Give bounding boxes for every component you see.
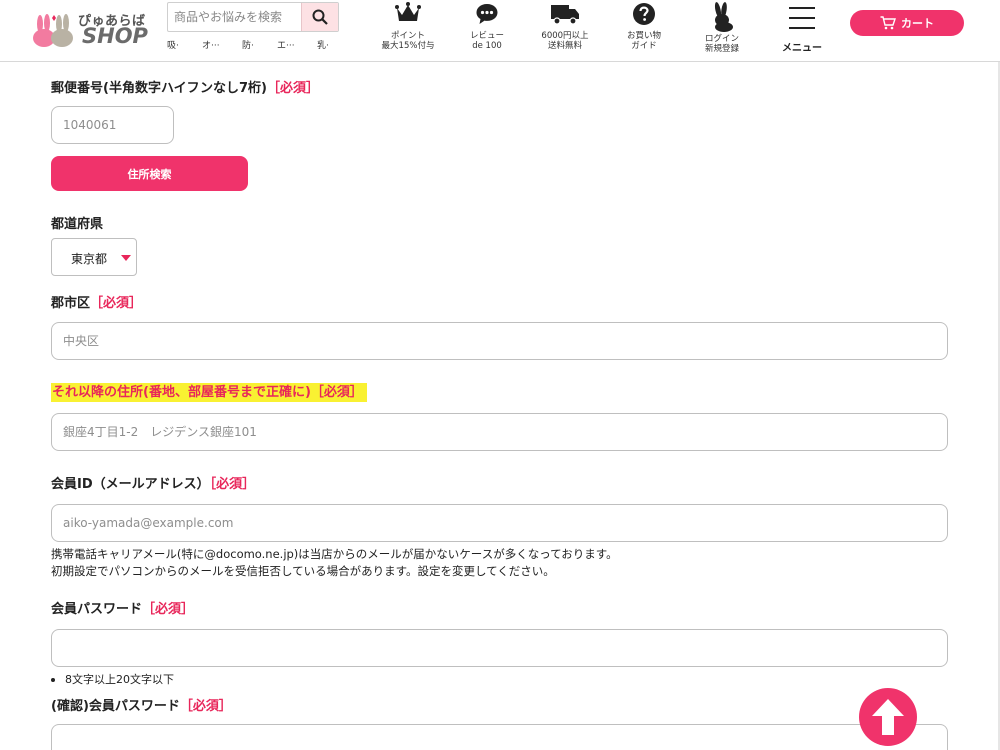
- password-confirm-label-text: (確認)会員パスワード: [51, 699, 180, 714]
- keyword-link[interactable]: エ···: [277, 38, 295, 51]
- required-badge: ［必須］: [142, 602, 195, 617]
- search-box: [167, 2, 339, 32]
- site-logo[interactable]: ぴゅあらば SHOP: [30, 10, 155, 50]
- crown-icon: [395, 2, 421, 21]
- cart-button[interactable]: カート: [850, 10, 964, 36]
- required-badge: ［必須］: [310, 385, 363, 400]
- city-input[interactable]: [51, 322, 948, 360]
- highlighted-label: それ以降の住所(番地、部屋番号まで正確に)［必須］: [51, 383, 367, 402]
- nav-guide-label: お買い物: [626, 31, 661, 41]
- nav-review-sub: de 100: [472, 41, 502, 51]
- keyword-link[interactable]: 防·: [242, 38, 254, 51]
- nav-points-sub: 最大15%付与: [381, 41, 435, 51]
- address-search-button[interactable]: 住所検索: [51, 156, 248, 191]
- nav-points-label: ポイント: [390, 31, 425, 41]
- street-address-input[interactable]: [51, 413, 948, 451]
- site-header: ぴゅあらば SHOP 吸· オ··· 防· エ··· 乳· ポイント 最大15%…: [0, 0, 1000, 62]
- password-input[interactable]: [51, 629, 948, 667]
- city-label-text: 郡市区: [51, 296, 91, 311]
- password-confirm-label: (確認)会員パスワード［必須］: [51, 695, 232, 714]
- nav-guide-sub: ガイド: [631, 41, 657, 51]
- arrow-up-icon: [872, 699, 904, 735]
- prefecture-label: 都道府県: [51, 217, 104, 232]
- truck-icon: [551, 5, 579, 25]
- street-address-label-text: それ以降の住所(番地、部屋番号まで正確に): [52, 385, 311, 400]
- prefecture-select[interactable]: 東京都: [51, 238, 137, 276]
- keyword-link[interactable]: 吸·: [167, 38, 179, 51]
- rabbit-logo-icon: [33, 14, 73, 47]
- search-keywords: 吸· オ··· 防· エ··· 乳·: [167, 38, 342, 52]
- nav-points[interactable]: ポイント 最大15%付与: [373, 0, 443, 60]
- keyword-link[interactable]: オ···: [202, 38, 220, 51]
- member-id-label-text: 会員ID（メールアドレス）: [51, 477, 210, 492]
- keyword-link[interactable]: 乳·: [317, 38, 329, 51]
- required-badge: ［必須］: [179, 699, 232, 714]
- postal-code-label: 郵便番号(半角数字ハイフンなし7桁)［必須］: [51, 77, 319, 96]
- required-badge: ［必須］: [209, 477, 256, 492]
- nav-review-label: レビュー: [469, 31, 504, 41]
- email-note-1: 携帯電話キャリアメール(特に@docomo.ne.jp)は当店からのメールが届か…: [51, 547, 618, 561]
- required-badge: ［必須］: [90, 296, 143, 311]
- postal-code-input[interactable]: [51, 106, 174, 144]
- nav-login-label: ログイン: [704, 34, 739, 44]
- menu-label: メニュー: [782, 43, 822, 54]
- nav-login[interactable]: ログイン 新規登録: [687, 0, 757, 60]
- search-icon: [312, 9, 328, 25]
- cart-label: カート: [901, 17, 934, 30]
- password-confirm-input[interactable]: [51, 724, 948, 750]
- chat-bubble-icon: [476, 4, 498, 24]
- logo-shop: SHOP: [82, 24, 148, 48]
- password-label-text: 会員パスワード: [51, 602, 143, 617]
- search-button[interactable]: [301, 3, 338, 31]
- password-rule-text: 8文字以上20文字以下: [65, 673, 174, 686]
- city-label: 郡市区［必須］: [51, 292, 142, 311]
- hamburger-icon: [789, 7, 815, 29]
- search-input[interactable]: [168, 3, 303, 31]
- cart-icon: [880, 16, 896, 30]
- postal-code-label-text: 郵便番号(半角数字ハイフンなし7桁): [51, 81, 267, 96]
- nav-login-sub: 新規登録: [704, 44, 739, 54]
- nav-guide[interactable]: お買い物 ガイド: [609, 0, 679, 60]
- email-input[interactable]: [51, 504, 948, 542]
- caret-down-icon: [121, 255, 131, 261]
- nav-review[interactable]: レビュー de 100: [452, 0, 522, 60]
- prefecture-value: 東京都: [71, 252, 108, 266]
- password-label: 会員パスワード［必須］: [51, 598, 194, 617]
- email-note-2: 初期設定でパソコンからのメールを受信拒否している場合があります。設定を変更してく…: [51, 564, 555, 578]
- member-id-label: 会員ID（メールアドレス）［必須］: [51, 473, 255, 492]
- question-icon: [633, 3, 655, 25]
- bullet-dot: [51, 678, 55, 682]
- required-badge: ［必須］: [266, 81, 319, 96]
- rabbit-icon: [714, 2, 733, 32]
- menu-button[interactable]: メニュー: [767, 0, 837, 60]
- password-rule: 8文字以上20文字以下: [51, 671, 174, 687]
- nav-shipping-sub: 送料無料: [547, 41, 582, 51]
- scroll-to-top-button[interactable]: [859, 688, 917, 746]
- street-address-label: それ以降の住所(番地、部屋番号まで正確に)［必須］: [51, 381, 367, 402]
- nav-shipping[interactable]: 6000円以上 送料無料: [530, 0, 600, 60]
- nav-shipping-label: 6000円以上: [541, 31, 589, 41]
